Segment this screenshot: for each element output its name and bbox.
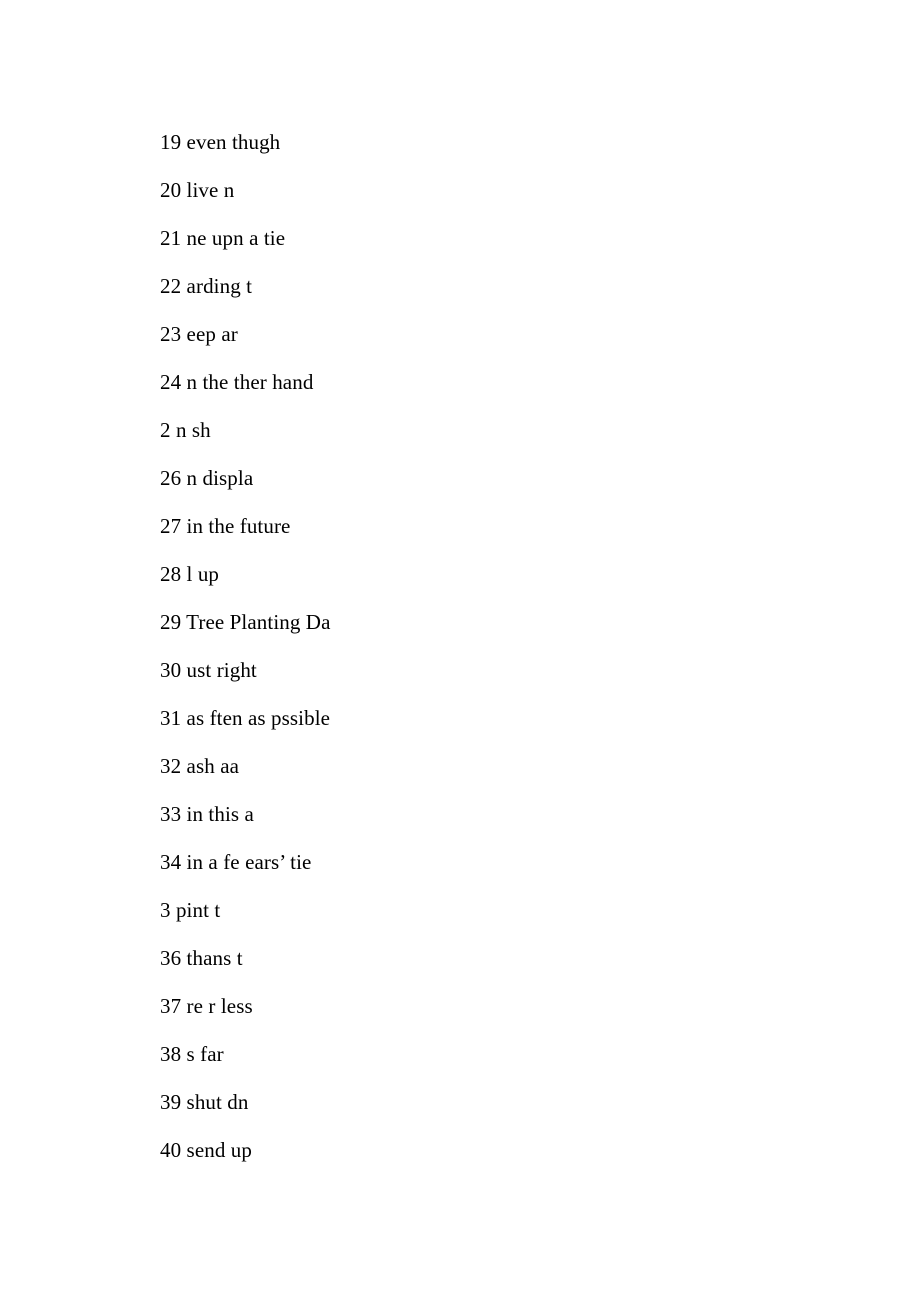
list-item: 37 re r less <box>160 994 253 1018</box>
list-item: 40 send up <box>160 1138 252 1162</box>
list-item: 30 ust right <box>160 658 257 682</box>
list-item: 24 n the ther hand <box>160 370 314 394</box>
list-item: 38 s far <box>160 1042 224 1066</box>
list-item: 2 n sh <box>160 418 211 442</box>
list-item: 32 ash aa <box>160 754 240 778</box>
list-item: 31 as ften as pssible <box>160 706 331 730</box>
list-item: 39 shut dn <box>160 1090 249 1114</box>
list-item: 28 l up <box>160 562 220 586</box>
list-item: 34 in a fe ears’ tie <box>160 850 312 874</box>
list-item: 29 Tree Planting Da <box>160 610 331 634</box>
list-item: 22 arding t <box>160 274 253 298</box>
list-item: 20 live n <box>160 178 235 202</box>
document-page: 19 even thugh 20 live n 21 ne upn a tie … <box>0 0 920 1302</box>
list-item: 36 thans t <box>160 946 243 970</box>
list-item: 26 n displa <box>160 466 254 490</box>
list-item: 19 even thugh <box>160 130 281 154</box>
numbered-phrase-list: 19 even thugh 20 live n 21 ne upn a tie … <box>160 118 800 1174</box>
list-item: 21 ne upn a tie <box>160 226 286 250</box>
list-item: 3 pint t <box>160 898 221 922</box>
list-item: 23 eep ar <box>160 322 238 346</box>
list-item: 33 in this a <box>160 802 254 826</box>
list-item: 27 in the future <box>160 514 291 538</box>
